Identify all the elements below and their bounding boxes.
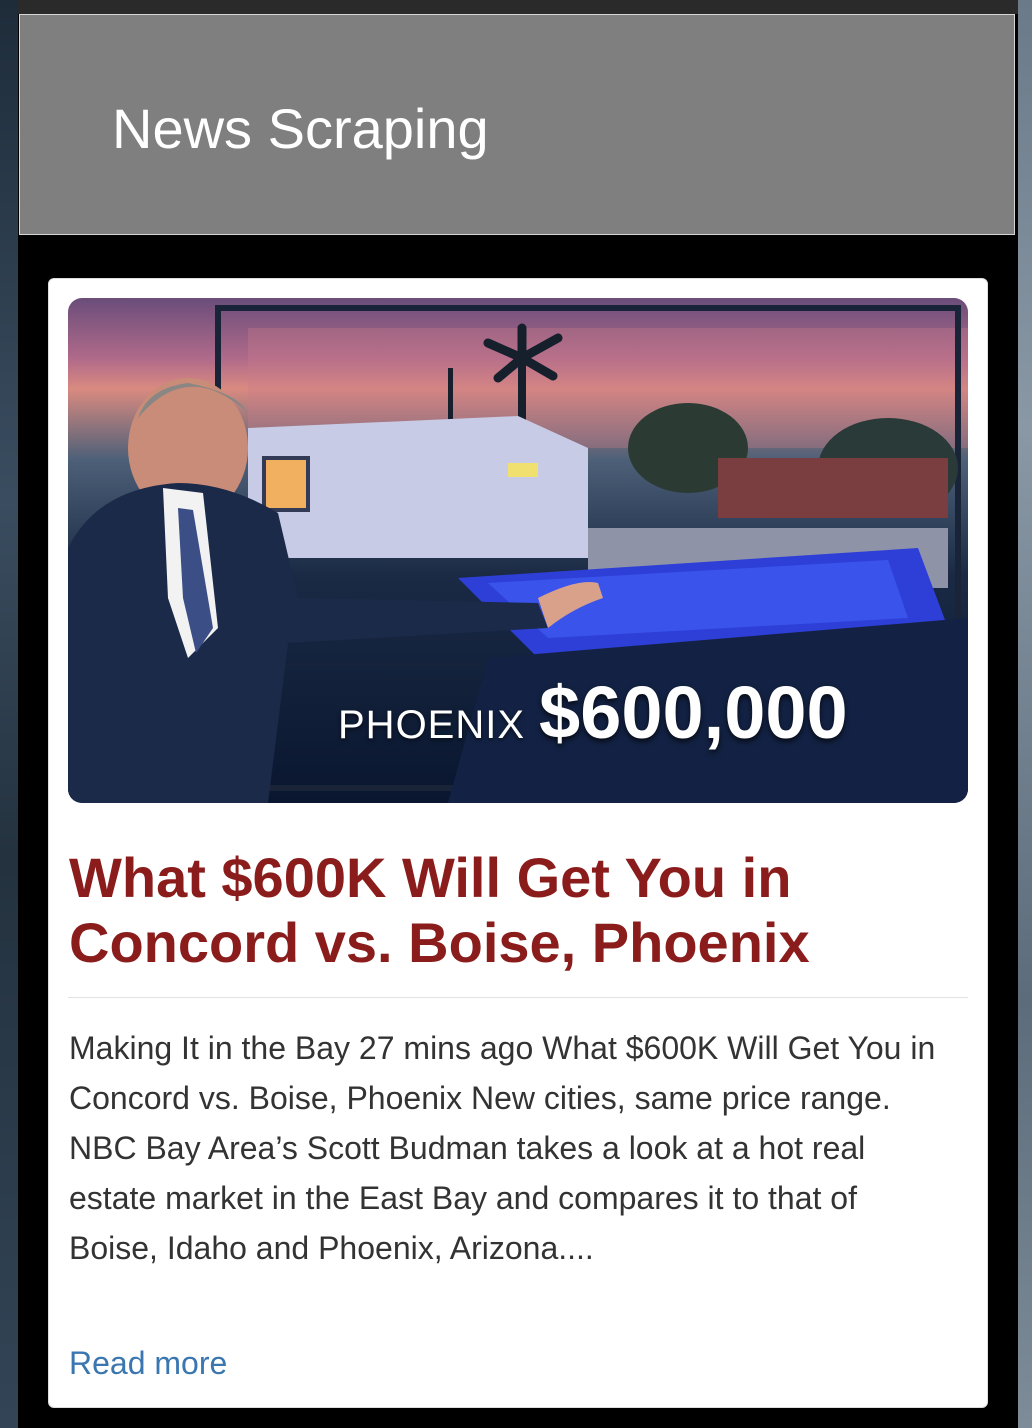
title-divider (68, 997, 968, 998)
read-more-link[interactable]: Read more (69, 1343, 227, 1383)
image-caption-city: PHOENIX (338, 703, 526, 747)
article-title[interactable]: What $600K Will Get You in Concord vs. B… (69, 845, 969, 975)
article-image[interactable]: PHOENIX $600,000 (68, 298, 968, 803)
article-summary: Making It in the Bay 27 mins ago What $6… (69, 1030, 936, 1266)
news-card: PHOENIX $600,000 What $600K Will Get You… (48, 278, 988, 1408)
browser-window: News Scraping PHOENIX $600,000 What $600… (18, 0, 1018, 1428)
desktop-background-left (0, 0, 20, 1428)
site-header: News Scraping (19, 14, 1015, 235)
image-caption: PHOENIX $600,000 (338, 670, 848, 754)
window-top-bar (18, 0, 1018, 14)
desktop-background-right (1016, 0, 1032, 1428)
site-title: News Scraping (112, 97, 489, 160)
image-caption-price: $600,000 (539, 671, 848, 754)
